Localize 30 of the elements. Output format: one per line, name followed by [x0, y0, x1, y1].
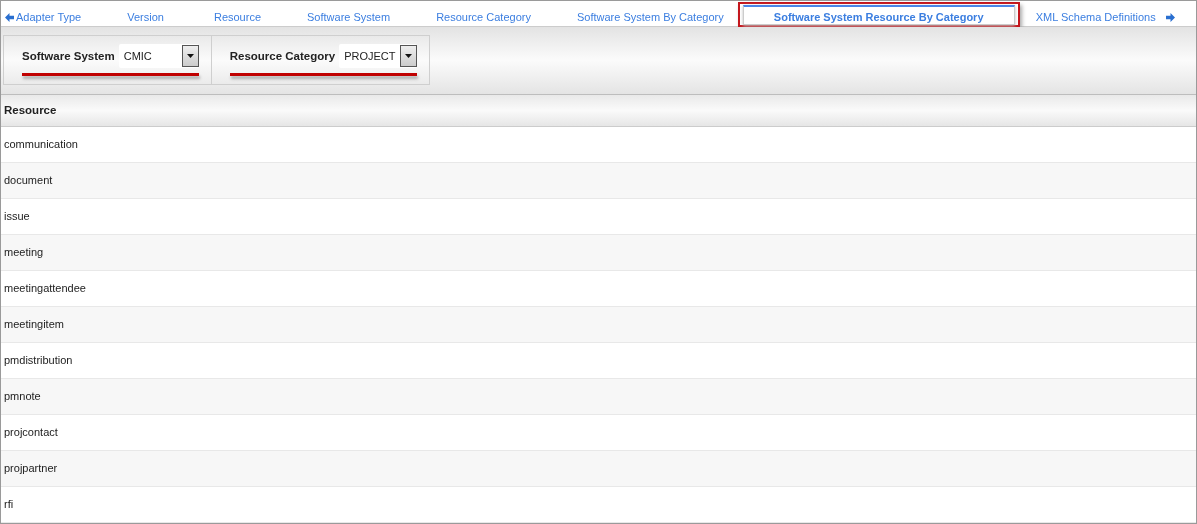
table-cell-text: meetingattendee — [4, 281, 86, 297]
right-arrow-icon[interactable] — [1165, 13, 1175, 23]
table-cell-text: pmnote — [4, 389, 41, 405]
filter-label: Resource Category — [229, 48, 336, 64]
tab[interactable]: Version — [127, 10, 164, 27]
tab[interactable]: Software System Resource By Category — [742, 4, 1015, 25]
table-cell-text: meeting — [4, 245, 44, 261]
table-cell-text: rfi — [4, 497, 14, 513]
dropdown-button[interactable] — [400, 45, 418, 68]
left-arrow-icon[interactable] — [5, 13, 14, 23]
caret-icon — [186, 54, 194, 59]
table-cell-text: communication — [4, 137, 78, 153]
table-cell-text: meetingitem — [4, 317, 64, 333]
table-cell-text: issue — [4, 209, 30, 225]
dropdown-button[interactable] — [181, 45, 199, 68]
table-cell-text: document — [4, 173, 53, 189]
tab[interactable]: Resource Category — [436, 10, 531, 27]
caret-icon — [405, 54, 413, 59]
tab[interactable]: XML Schema Definitions — [1035, 10, 1156, 27]
tab[interactable]: Resource — [213, 10, 261, 27]
table-cell-text: pmdistribution — [4, 353, 73, 369]
tab[interactable]: Adapter Type — [16, 10, 82, 27]
dropdown[interactable]: PROJECT — [339, 44, 418, 69]
column-header[interactable]: Resource — [4, 101, 57, 120]
table-cell-text: projcontact — [4, 425, 58, 441]
filter-label: Software System — [22, 48, 115, 64]
table-cell-text: projpartner — [4, 461, 58, 477]
tab[interactable]: Software System — [307, 10, 391, 27]
dropdown[interactable]: CMIC — [118, 44, 199, 69]
tab[interactable]: Software System By Category — [576, 10, 724, 27]
